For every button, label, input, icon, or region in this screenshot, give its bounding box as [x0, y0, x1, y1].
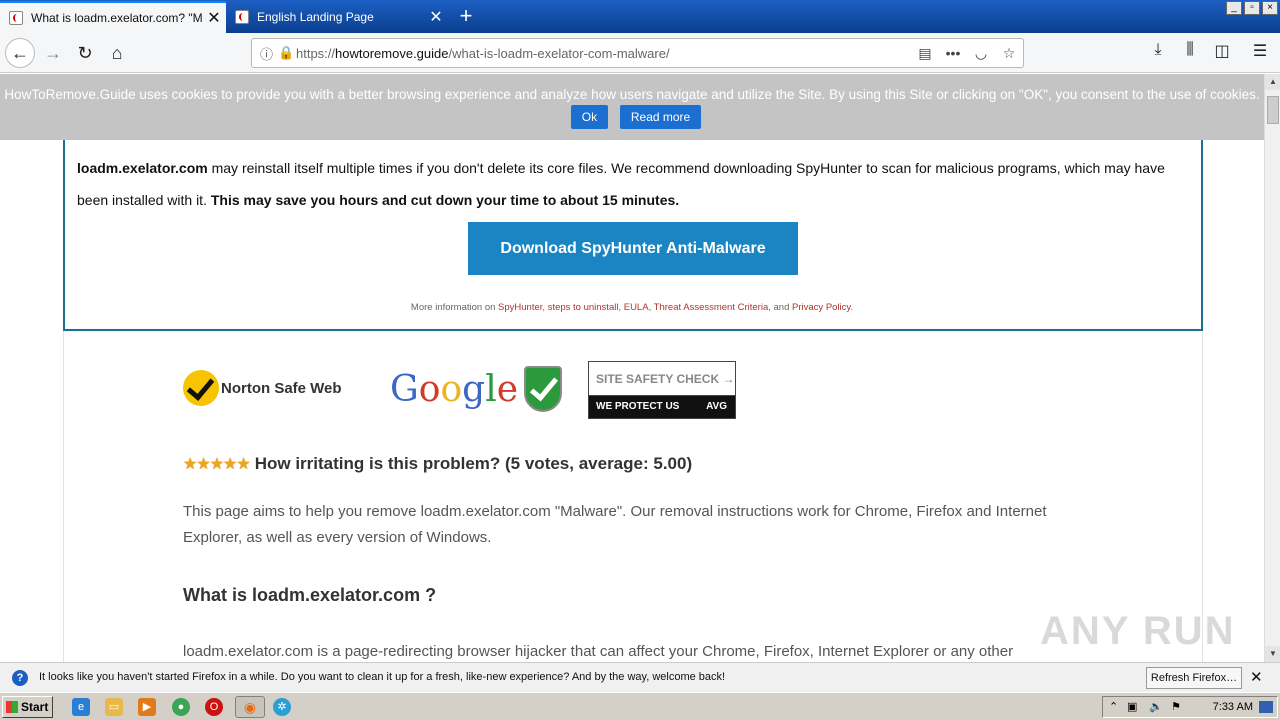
intro-paragraph: This page aims to help you remove loadm.… [183, 503, 1047, 546]
cookie-banner: HowToRemove.Guide uses cookies to provid… [0, 74, 1264, 140]
bookmark-star-icon[interactable]: ☆ [995, 45, 1023, 62]
start-button[interactable]: Start [2, 696, 53, 718]
close-window-button[interactable]: × [1262, 1, 1278, 15]
home-icon[interactable]: ⌂ [102, 38, 132, 68]
google-safe-badge[interactable]: Google [390, 366, 563, 412]
close-tab-icon[interactable]: ✕ [202, 8, 226, 28]
tab-strip: What is loadm.exelator.com? "Mal ✕ Engli… [0, 0, 1280, 33]
close-tab-icon[interactable]: ✕ [424, 7, 448, 27]
scroll-up-icon[interactable]: ▲ [1265, 74, 1280, 90]
threat-criteria-link[interactable]: Threat Assessment Criteria [654, 302, 769, 313]
uninstall-link[interactable]: steps to uninstall [548, 302, 619, 313]
cookie-text: HowToRemove.Guide uses cookies to provid… [4, 87, 1260, 102]
forward-button[interactable]: → [38, 38, 68, 68]
rating-stars-icon[interactable]: ★★★★★ [183, 454, 251, 474]
media-player-icon[interactable]: ▶ [138, 698, 156, 716]
close-notification-icon[interactable]: ✕ [1250, 668, 1263, 686]
menu-icon[interactable]: ☰ [1248, 41, 1272, 61]
download-spyhunter-button[interactable]: Download SpyHunter Anti-Malware [468, 222, 798, 275]
tab-title: What is loadm.exelator.com? "Mal [31, 11, 202, 25]
privacy-policy-link[interactable]: Privacy Policy [792, 302, 850, 313]
content-border-left [63, 331, 64, 662]
sidebar-icon[interactable]: ◫ [1210, 41, 1234, 61]
cookie-ok-button[interactable]: Ok [570, 105, 609, 129]
new-tab-button[interactable]: + [452, 3, 480, 29]
firefox-taskbar-button[interactable]: ◉ [235, 696, 265, 718]
page-viewport: loadm.exelator.com may reinstall itself … [0, 74, 1264, 662]
windows-taskbar: Start e ▭ ▶ ● O ◉ ✲ ⌃ ▣ 🔈 ⚑ 7:33 AM [0, 692, 1280, 720]
opera-icon[interactable]: O [205, 698, 223, 716]
reinstall-warning: loadm.exelator.com may reinstall itself … [77, 160, 1165, 208]
tab-title: English Landing Page [257, 10, 374, 24]
norton-check-icon [183, 370, 219, 406]
system-tray: ⌃ ▣ 🔈 ⚑ 7:33 AM [1102, 696, 1278, 718]
question-icon: ? [12, 670, 28, 686]
spyhunter-link[interactable]: SpyHunter [498, 302, 542, 313]
body-paragraph: loadm.exelator.com is a page-redirecting… [183, 643, 1014, 660]
refresh-firefox-button[interactable]: Refresh Firefox… [1146, 667, 1242, 689]
shield-check-icon [524, 366, 563, 412]
url-text[interactable]: https://howtoremove.guide/what-is-loadm-… [296, 46, 911, 61]
minimize-button[interactable]: _ [1226, 1, 1242, 15]
norton-safe-web-badge[interactable]: Norton Safe Web [183, 370, 342, 406]
app-taskbar-icon[interactable]: ✲ [273, 698, 291, 716]
back-button[interactable]: ← [5, 38, 35, 68]
tray-expand-icon[interactable]: ⌃ [1109, 697, 1118, 717]
url-bar[interactable]: ⓘ 🔒 https://howtoremove.guide/what-is-lo… [251, 38, 1024, 68]
tab-english-landing[interactable]: English Landing Page ✕ [226, 1, 448, 33]
scroll-down-icon[interactable]: ▼ [1265, 646, 1280, 662]
scroll-thumb[interactable] [1267, 96, 1279, 124]
volume-icon[interactable]: 🔈 [1149, 697, 1163, 717]
site-favicon-icon [235, 10, 249, 24]
chrome-icon[interactable]: ● [172, 698, 190, 716]
page-scrollbar[interactable]: ▲ ▼ [1264, 74, 1280, 662]
downloads-icon[interactable]: ⤓ [1146, 41, 1170, 59]
info-icon[interactable]: ⓘ [260, 44, 278, 63]
ie-icon[interactable]: e [72, 698, 90, 716]
refresh-notification-bar: ? It looks like you haven't started Fire… [0, 662, 1280, 692]
tab-malware-article[interactable]: What is loadm.exelator.com? "Mal ✕ [0, 1, 226, 33]
pocket-icon[interactable]: ◡ [967, 45, 995, 62]
anyrun-watermark: ANY RUN [1040, 609, 1236, 653]
lock-icon[interactable]: 🔒 [278, 45, 296, 61]
more-info-line: More information on SpyHunter, steps to … [410, 302, 854, 313]
rating-text: How irritating is this problem? (5 votes… [254, 454, 693, 473]
eula-link[interactable]: EULA [624, 302, 649, 313]
avg-site-safety-badge[interactable]: SITE SAFETY CHECK → WE PROTECT US AVG [588, 361, 736, 419]
window-controls: _ ▫ × [1226, 1, 1278, 15]
reader-view-icon[interactable]: ▤ [911, 45, 939, 62]
rating-widget: ★★★★★ How irritating is this problem? (5… [183, 454, 692, 474]
explorer-folder-icon[interactable]: ▭ [105, 698, 123, 716]
section-heading: What is loadm.exelator.com ? [183, 585, 437, 605]
clock[interactable]: 7:33 AM [1213, 697, 1253, 717]
maximize-button[interactable]: ▫ [1244, 1, 1260, 15]
site-favicon-icon [9, 11, 23, 25]
flag-icon[interactable]: ⚑ [1171, 697, 1181, 717]
reload-icon[interactable]: ↻ [70, 38, 100, 68]
page-actions-icon[interactable]: ••• [939, 45, 967, 61]
show-desktop-icon[interactable] [1259, 701, 1273, 713]
library-icon[interactable]: ⫼ [1178, 41, 1202, 59]
cookie-read-more-button[interactable]: Read more [619, 105, 702, 129]
navigation-toolbar: ← → ↻ ⌂ ⓘ 🔒 https://howtoremove.guide/wh… [0, 33, 1280, 73]
avg-logo: AVG [706, 401, 727, 412]
notification-message: It looks like you haven't started Firefo… [39, 671, 726, 683]
network-icon[interactable]: ▣ [1127, 697, 1137, 717]
